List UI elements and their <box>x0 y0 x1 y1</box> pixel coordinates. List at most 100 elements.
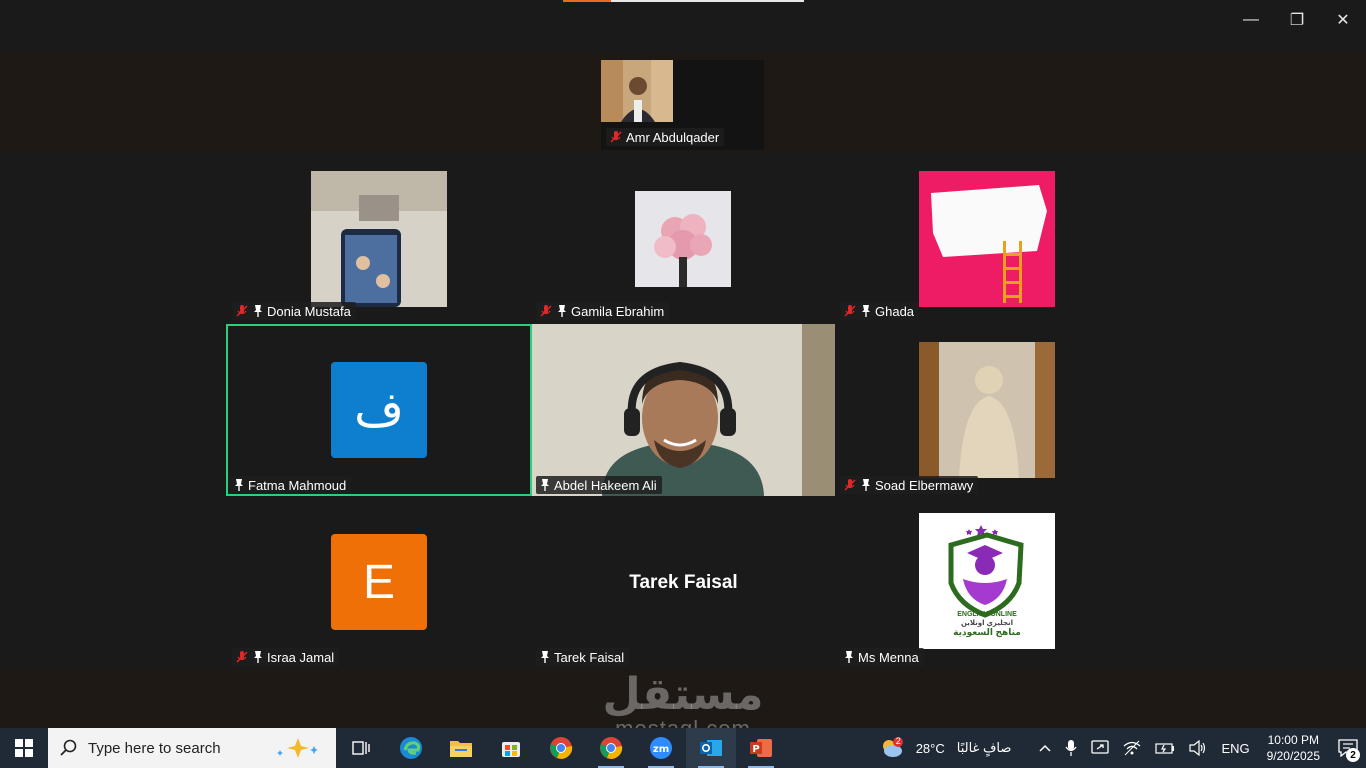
taskbar-zoom[interactable]: zm <box>636 728 686 768</box>
taskbar-file-explorer[interactable] <box>436 728 486 768</box>
pin-icon <box>845 651 853 663</box>
battery-tray-icon[interactable] <box>1148 728 1182 768</box>
speaker-strip: Amr Abdulqader <box>0 52 1366 152</box>
participant-avatar: ف <box>331 362 427 458</box>
weather-widget[interactable]: 2 28°C صافٍ غالبًا <box>873 728 1019 768</box>
taskbar-chrome[interactable] <box>536 728 586 768</box>
search-placeholder: Type here to search <box>88 739 221 757</box>
taskbar-clock[interactable]: 10:00 PM 9/20/2025 <box>1257 732 1330 764</box>
participant-tile[interactable]: Soad Elbermawy <box>836 324 1139 496</box>
participant-video <box>919 171 1055 307</box>
pin-icon <box>862 305 870 317</box>
zoom-meeting-window: — ❐ ✕ Amr Abdulqader Donia Mustafa Gamil… <box>0 0 1366 768</box>
chrome-icon <box>550 737 573 759</box>
english-online-logo: ENGLISH ONLINE انجليزي اونلاين مناهج الس… <box>919 513 1055 649</box>
language-indicator[interactable]: ENG <box>1214 728 1256 768</box>
folder-icon <box>450 741 472 757</box>
microphone-tray-icon[interactable] <box>1058 728 1084 768</box>
participant-video <box>635 191 731 287</box>
muted-mic-icon <box>610 131 622 143</box>
title-bar: — ❐ ✕ <box>0 0 1366 52</box>
network-tray-icon[interactable] <box>1116 728 1148 768</box>
screen-share-icon <box>1091 740 1110 754</box>
logo-text-ar-sub: مناهج السعودية <box>953 627 1021 637</box>
participant-name-tag: Israa Jamal <box>232 648 340 666</box>
gallery-view: Donia Mustafa Gamila Ebrahim Ghada ف Fat… <box>0 152 1366 668</box>
volume-tray-icon[interactable] <box>1182 728 1214 768</box>
participant-name-tag: Abdel Hakeem Ali <box>536 476 662 494</box>
speaker-video <box>601 60 673 122</box>
start-button[interactable] <box>0 728 48 768</box>
speaker-name: Amr Abdulqader <box>626 129 720 145</box>
muted-mic-icon <box>540 305 552 317</box>
store-icon <box>502 742 520 757</box>
edge-icon <box>400 737 422 759</box>
clock-time: 10:00 PM <box>1267 733 1319 747</box>
participant-tile-active[interactable]: ف Fatma Mahmoud <box>226 324 532 496</box>
pin-icon <box>558 305 566 317</box>
outlook-icon <box>700 740 722 756</box>
participant-tile[interactable]: E Israa Jamal <box>228 498 531 668</box>
taskbar-outlook[interactable] <box>686 728 736 768</box>
muted-mic-icon <box>236 651 248 663</box>
muted-mic-icon <box>844 305 856 317</box>
muted-mic-icon <box>236 305 248 317</box>
speaker-tile[interactable]: Amr Abdulqader <box>601 60 764 150</box>
weather-temp: 28°C <box>915 740 945 756</box>
taskbar-store[interactable] <box>486 728 536 768</box>
participant-name: Fatma Mahmoud <box>248 477 347 493</box>
participant-name-tag: Tarek Faisal <box>536 648 630 666</box>
participant-name: Ghada <box>875 303 915 319</box>
participant-name-tag: Ghada <box>840 302 920 320</box>
chrome-icon <box>600 737 623 759</box>
participant-tile[interactable]: ENGLISH ONLINE انجليزي اونلاين مناهج الس… <box>836 498 1139 668</box>
battery-icon <box>1155 743 1175 754</box>
zoom-icon: zm <box>650 737 672 759</box>
pin-icon <box>862 479 870 491</box>
clock-date: 9/20/2025 <box>1266 749 1320 763</box>
watermark-arabic: مستقل <box>602 670 764 719</box>
taskbar-edge[interactable] <box>386 728 436 768</box>
loading-progress-bar <box>563 0 804 2</box>
wifi-icon <box>1124 740 1141 756</box>
close-button[interactable]: ✕ <box>1320 6 1366 34</box>
participant-tile[interactable]: Tarek Faisal Tarek Faisal <box>532 498 835 668</box>
participant-name: Abdel Hakeem Ali <box>554 477 657 493</box>
meet-now-tray-icon[interactable] <box>1084 728 1116 768</box>
powerpoint-icon: P <box>750 739 772 757</box>
participant-name: Tarek Faisal <box>554 649 625 665</box>
participant-avatar: E <box>331 534 427 630</box>
task-view-button[interactable] <box>336 728 386 768</box>
notification-count: 2 <box>1346 748 1360 762</box>
restore-button[interactable]: ❐ <box>1274 6 1320 34</box>
notification-center-button[interactable]: 2 <box>1330 728 1366 768</box>
svg-text:zm: zm <box>653 744 669 755</box>
task-view-icon <box>352 741 370 755</box>
participant-video <box>532 324 835 496</box>
participant-tile[interactable]: Donia Mustafa <box>228 152 531 322</box>
participant-name: Donia Mustafa <box>267 303 351 319</box>
participant-name-tag: Soad Elbermawy <box>840 476 979 494</box>
participant-video <box>311 171 447 307</box>
pin-icon <box>254 651 262 663</box>
participant-tile[interactable]: Ghada <box>836 152 1139 322</box>
windows-logo-icon <box>15 739 33 757</box>
pin-icon <box>254 305 262 317</box>
sparkle-icon <box>277 738 318 758</box>
windows-taskbar: Type here to search zm P 28°C صافٍ غالبً… <box>0 728 1366 768</box>
participant-tile[interactable]: Abdel Hakeem Ali <box>532 324 835 496</box>
pin-icon <box>541 651 549 663</box>
participant-name: Soad Elbermawy <box>875 477 974 493</box>
minimize-button[interactable]: — <box>1228 6 1274 34</box>
participant-name-tag: Ms Menna <box>840 648 924 666</box>
participant-name-tag: Fatma Mahmoud <box>230 476 352 494</box>
logo-text-en: ENGLISH ONLINE <box>957 611 1017 618</box>
svg-text:P: P <box>752 744 759 755</box>
search-icon <box>60 739 77 756</box>
show-hidden-icons-button[interactable] <box>1032 728 1058 768</box>
participant-tile[interactable]: Gamila Ebrahim <box>532 152 835 322</box>
taskbar-search-box[interactable]: Type here to search <box>48 728 336 768</box>
taskbar-powerpoint[interactable]: P <box>736 728 786 768</box>
taskbar-chrome-2[interactable] <box>586 728 636 768</box>
participant-name-tag: Gamila Ebrahim <box>536 302 670 320</box>
